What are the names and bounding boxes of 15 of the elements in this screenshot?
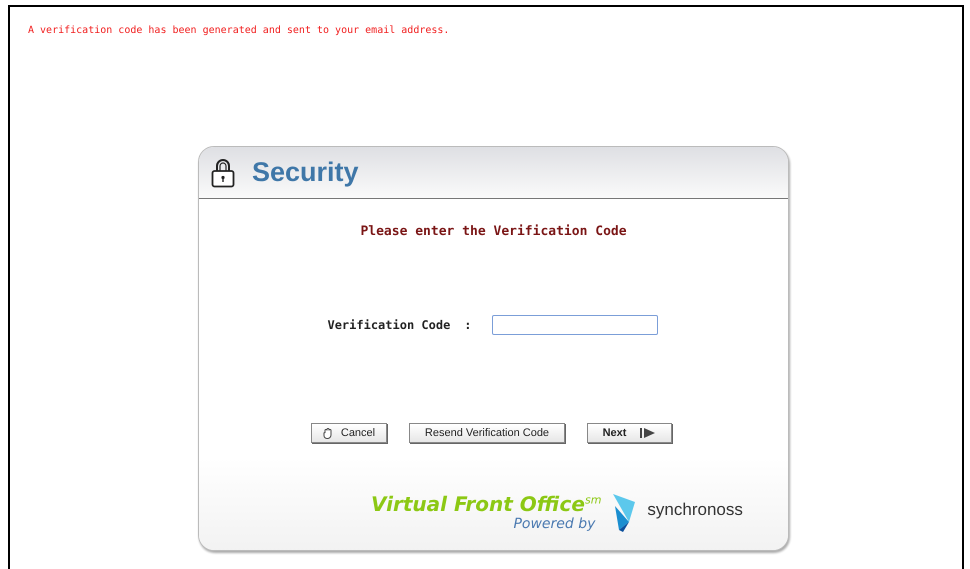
verification-code-field[interactable] bbox=[492, 315, 658, 335]
next-button[interactable]: Next bbox=[587, 423, 672, 443]
next-icon bbox=[640, 428, 656, 438]
hand-icon bbox=[322, 428, 333, 438]
card-title: Security bbox=[252, 157, 359, 188]
cancel-button[interactable]: Cancel bbox=[311, 423, 387, 443]
instruction-text: Please enter the Verification Code bbox=[360, 224, 627, 239]
status-message: A verification code has been generated and sent to your email address. bbox=[28, 25, 450, 36]
powered-by-text: Powered by bbox=[513, 516, 596, 532]
padlock-icon bbox=[211, 158, 235, 188]
label-colon: : bbox=[464, 318, 472, 332]
logo-text: synchronoss bbox=[647, 500, 743, 520]
field-label: Verification Code bbox=[327, 318, 450, 332]
product-name: Virtual Front Office$^{sm}$ bbox=[371, 492, 602, 516]
resend-button[interactable]: Resend Verification Code bbox=[409, 423, 565, 443]
